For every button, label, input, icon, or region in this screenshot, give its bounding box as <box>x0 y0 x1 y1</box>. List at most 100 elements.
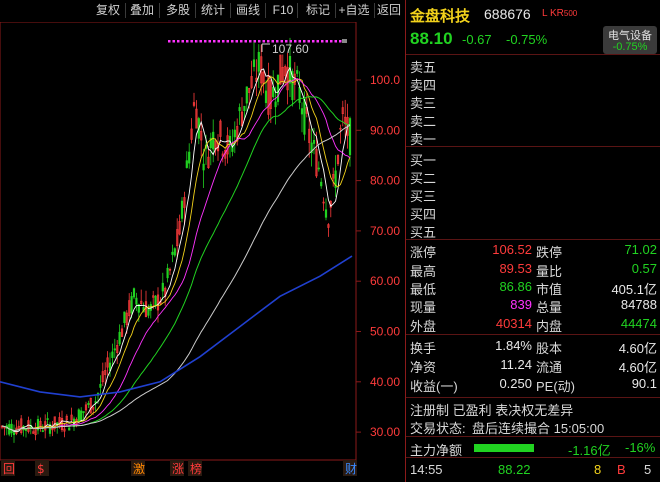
toolbar-item[interactable]: F10 <box>271 2 295 19</box>
candle-body <box>276 74 280 102</box>
signal-marker <box>316 40 319 43</box>
stat-label: 量比 <box>536 264 563 279</box>
stock-name: 金盘科技 <box>410 8 471 25</box>
signal-marker <box>339 40 342 43</box>
quote-panel: 金盘科技 688676 L KR500 88.10 -0.67 -0.75% 电… <box>405 0 660 482</box>
candle-body <box>274 101 277 108</box>
tick-price: 88.22 <box>498 462 531 477</box>
signal-marker <box>231 40 234 43</box>
fund-label: 净资 <box>410 360 437 375</box>
divider <box>406 54 660 55</box>
y-axis-label: 40.00 <box>370 375 400 389</box>
order-book-sell-row[interactable]: 卖二 <box>410 111 436 130</box>
toolbar-separator <box>230 3 231 18</box>
stat-label: 最低 <box>410 282 437 297</box>
signal-marker <box>312 40 315 43</box>
toolbar-item[interactable]: 复权 <box>93 2 123 19</box>
order-book-sell-row[interactable]: 卖四 <box>410 75 436 94</box>
tick-side: B <box>617 462 626 477</box>
stat-value: 405.1亿 <box>611 282 657 297</box>
candle-body <box>243 105 246 112</box>
stat-value: 44474 <box>620 316 657 331</box>
order-book-sell-row[interactable]: 卖三 <box>410 93 436 112</box>
stat-value: 839 <box>510 297 532 312</box>
y-axis-label: 50.00 <box>370 325 400 339</box>
candle-body <box>154 295 157 307</box>
signal-marker <box>330 40 333 43</box>
ma120-line <box>0 255 353 398</box>
candle-body <box>252 59 256 67</box>
order-book-sell-row[interactable]: 卖五 <box>410 57 436 76</box>
signal-marker <box>258 40 261 43</box>
chart-toolbar: 复权 叠加 多股 统计 画线 F10 标记 +自选 返回 <box>0 0 405 22</box>
y-axis-label: 30.00 <box>370 425 400 439</box>
order-book-buy-row[interactable]: 买五 <box>410 222 436 241</box>
candle-body <box>24 429 28 431</box>
candle-body <box>180 200 184 219</box>
y-axis-label: 90.00 <box>370 123 400 137</box>
toolbar-item[interactable]: 画线 <box>233 2 263 19</box>
signal-marker <box>199 40 202 43</box>
sector-change: -0.75% <box>612 41 648 53</box>
kline-chart[interactable]: 100.0 90.00 80.00 70.00 60.00 50.00 40.00 30.00… <box>0 0 405 482</box>
toolbar-item[interactable]: 统计 <box>198 2 228 19</box>
candle-body <box>348 118 352 156</box>
signal-marker <box>204 40 207 43</box>
signal-marker <box>244 40 247 43</box>
ma20-line <box>1 78 351 432</box>
candle-body <box>161 282 164 292</box>
candle-body <box>320 181 323 187</box>
fund-label: 流通 <box>536 360 563 375</box>
y-axis-label: 70.00 <box>370 224 400 238</box>
stock-price: 88.10 <box>410 29 453 48</box>
order-book-sell-row[interactable]: 卖一 <box>410 129 436 148</box>
y-axis-label: 100.0 <box>370 73 400 87</box>
divider <box>406 397 660 398</box>
stat-value: 0.57 <box>631 261 657 276</box>
ma10-line <box>1 76 351 432</box>
toolbar-item[interactable]: +自选 <box>336 2 372 19</box>
candle-body <box>87 402 90 405</box>
candle-body <box>135 297 138 305</box>
divider <box>406 146 660 147</box>
signal-marker <box>321 40 324 43</box>
candle-body <box>324 209 328 218</box>
candle-body <box>94 401 97 403</box>
fund-value: 90.1 <box>631 376 657 391</box>
candle-body <box>130 296 133 314</box>
candle-body <box>82 411 85 413</box>
signal-marker <box>168 40 171 43</box>
order-book-buy-row[interactable]: 买四 <box>410 204 436 223</box>
trade-state: 盘后连续撮合 15:05:00 <box>472 421 605 436</box>
candle-body <box>185 160 188 168</box>
stock-tags-text: L KR <box>542 8 564 19</box>
signal-marker <box>195 40 198 43</box>
divider <box>406 334 660 335</box>
order-book-buy-row[interactable]: 买二 <box>410 168 436 187</box>
order-book-buy-row[interactable]: 买三 <box>410 186 436 205</box>
stock-change-pct: -0.75% <box>506 32 548 47</box>
toolbar-item[interactable]: 标记 <box>303 2 333 19</box>
candle-body <box>46 418 49 420</box>
sector-badge[interactable]: 电气设备 -0.75% <box>603 26 657 54</box>
candle-body <box>111 351 114 358</box>
tick-volume: 8 <box>594 462 602 477</box>
candle-body <box>80 410 83 421</box>
candle-body <box>317 167 320 170</box>
candle-body <box>303 97 306 135</box>
event-marker: 激 <box>133 462 145 476</box>
candle-body <box>257 51 260 72</box>
fund-value: 11.24 <box>500 357 532 372</box>
candle-body <box>77 409 80 422</box>
candle-body <box>166 267 169 279</box>
toolbar-item[interactable]: 多股 <box>163 2 193 19</box>
toolbar-item[interactable]: 返回 <box>374 2 404 19</box>
stat-value: 71.02 <box>624 242 657 257</box>
stat-value: 40314 <box>495 316 532 331</box>
order-book-buy-row[interactable]: 买一 <box>410 150 436 169</box>
toolbar-item[interactable]: 叠加 <box>127 2 157 19</box>
toolbar-separator <box>195 3 196 18</box>
signal-marker <box>222 40 225 43</box>
max-price-label: 107.60 <box>272 42 309 56</box>
fund-label: 股本 <box>536 341 563 356</box>
